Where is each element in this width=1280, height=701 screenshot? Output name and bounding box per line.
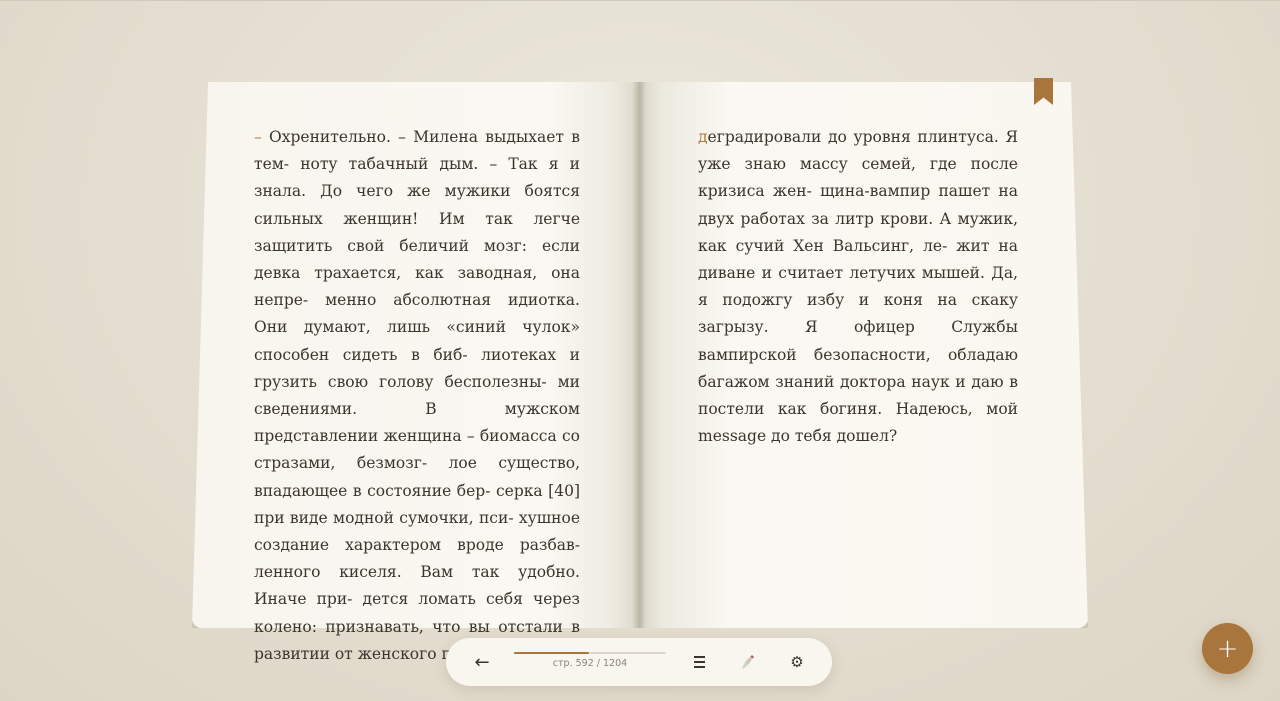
reader-toolbar: ← стр. 592 / 1204 ⚙ (446, 638, 832, 686)
arrow-left-icon: ← (474, 651, 490, 673)
top-border (0, 0, 1280, 1)
leading-dash: – (254, 128, 262, 146)
brush-icon (742, 655, 754, 669)
left-page-text: – Охренительно. – Милена выдыхает в тем-… (254, 124, 580, 668)
open-book: – Охренительно. – Милена выдыхает в тем-… (192, 82, 1088, 663)
text-line: message до тебя дошел? (698, 427, 898, 446)
gear-icon: ⚙ (790, 653, 804, 671)
book-spine (632, 82, 646, 628)
page-counter: стр. 592 / 1204 (552, 658, 628, 669)
settings-button[interactable]: ⚙ (785, 650, 809, 674)
back-button[interactable]: ← (470, 650, 494, 674)
contents-button[interactable] (687, 650, 711, 674)
highlight-button[interactable] (735, 650, 759, 674)
add-note-button[interactable]: + (1202, 623, 1253, 674)
plus-icon: + (1216, 633, 1239, 664)
menu-icon (693, 655, 705, 669)
drop-letter: д (698, 128, 708, 146)
progress-bar[interactable] (514, 652, 666, 654)
progress-fill (514, 652, 589, 654)
right-page-text: деградировали до уровня плинтуса. Я уже … (698, 124, 1018, 450)
